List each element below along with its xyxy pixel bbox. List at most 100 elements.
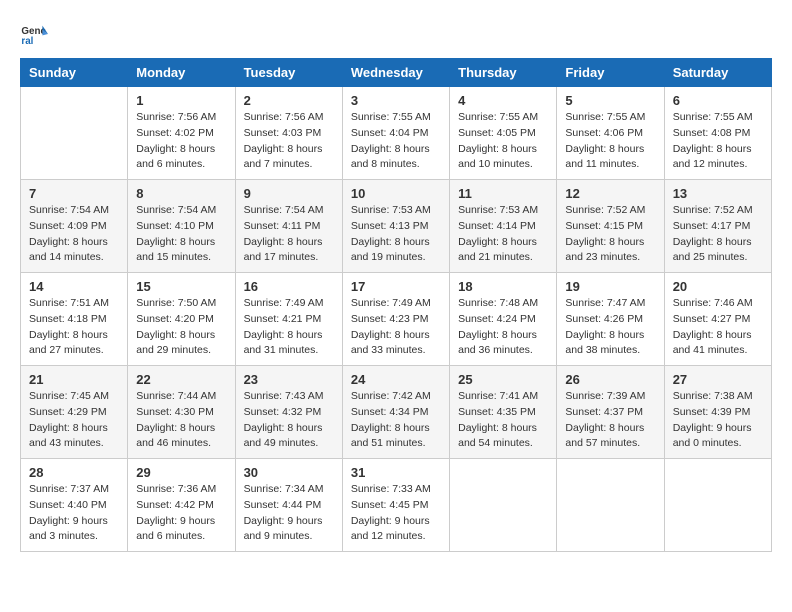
weekday-header-monday: Monday <box>128 59 235 87</box>
day-number: 19 <box>565 279 655 294</box>
day-number: 31 <box>351 465 441 480</box>
daylight-label: Daylight: 8 hours and 19 minutes. <box>351 236 430 264</box>
sunset-label: Sunset: 4:04 PM <box>351 127 429 139</box>
calendar-cell: 16 Sunrise: 7:49 AM Sunset: 4:21 PM Dayl… <box>235 273 342 366</box>
daylight-label: Daylight: 8 hours and 21 minutes. <box>458 236 537 264</box>
weekday-header-sunday: Sunday <box>21 59 128 87</box>
day-info: Sunrise: 7:53 AM Sunset: 4:14 PM Dayligh… <box>458 203 548 266</box>
calendar-cell: 17 Sunrise: 7:49 AM Sunset: 4:23 PM Dayl… <box>342 273 449 366</box>
day-info: Sunrise: 7:52 AM Sunset: 4:17 PM Dayligh… <box>673 203 763 266</box>
day-number: 9 <box>244 186 334 201</box>
calendar-cell <box>21 87 128 180</box>
sunset-label: Sunset: 4:15 PM <box>565 220 643 232</box>
day-number: 5 <box>565 93 655 108</box>
calendar-cell: 11 Sunrise: 7:53 AM Sunset: 4:14 PM Dayl… <box>450 180 557 273</box>
sunrise-label: Sunrise: 7:53 AM <box>351 204 431 216</box>
sunrise-label: Sunrise: 7:38 AM <box>673 390 753 402</box>
daylight-label: Daylight: 8 hours and 38 minutes. <box>565 329 644 357</box>
day-info: Sunrise: 7:37 AM Sunset: 4:40 PM Dayligh… <box>29 482 119 545</box>
logo: Gene ral <box>20 20 52 48</box>
weekday-header-saturday: Saturday <box>664 59 771 87</box>
sunset-label: Sunset: 4:45 PM <box>351 499 429 511</box>
day-number: 7 <box>29 186 119 201</box>
calendar-cell: 13 Sunrise: 7:52 AM Sunset: 4:17 PM Dayl… <box>664 180 771 273</box>
sunset-label: Sunset: 4:06 PM <box>565 127 643 139</box>
weekday-header-thursday: Thursday <box>450 59 557 87</box>
calendar-cell: 31 Sunrise: 7:33 AM Sunset: 4:45 PM Dayl… <box>342 459 449 552</box>
calendar-cell: 22 Sunrise: 7:44 AM Sunset: 4:30 PM Dayl… <box>128 366 235 459</box>
sunrise-label: Sunrise: 7:42 AM <box>351 390 431 402</box>
sunset-label: Sunset: 4:13 PM <box>351 220 429 232</box>
daylight-label: Daylight: 8 hours and 29 minutes. <box>136 329 215 357</box>
daylight-label: Daylight: 8 hours and 15 minutes. <box>136 236 215 264</box>
svg-text:ral: ral <box>21 36 33 47</box>
calendar-cell: 26 Sunrise: 7:39 AM Sunset: 4:37 PM Dayl… <box>557 366 664 459</box>
sunset-label: Sunset: 4:40 PM <box>29 499 107 511</box>
daylight-label: Daylight: 8 hours and 57 minutes. <box>565 422 644 450</box>
sunrise-label: Sunrise: 7:37 AM <box>29 483 109 495</box>
day-number: 24 <box>351 372 441 387</box>
sunset-label: Sunset: 4:09 PM <box>29 220 107 232</box>
calendar-cell: 19 Sunrise: 7:47 AM Sunset: 4:26 PM Dayl… <box>557 273 664 366</box>
day-number: 13 <box>673 186 763 201</box>
calendar-cell <box>664 459 771 552</box>
logo-icon: Gene ral <box>20 20 48 48</box>
calendar-cell: 10 Sunrise: 7:53 AM Sunset: 4:13 PM Dayl… <box>342 180 449 273</box>
calendar-week-2: 7 Sunrise: 7:54 AM Sunset: 4:09 PM Dayli… <box>21 180 772 273</box>
daylight-label: Daylight: 8 hours and 23 minutes. <box>565 236 644 264</box>
day-info: Sunrise: 7:54 AM Sunset: 4:11 PM Dayligh… <box>244 203 334 266</box>
day-number: 14 <box>29 279 119 294</box>
sunset-label: Sunset: 4:10 PM <box>136 220 214 232</box>
sunset-label: Sunset: 4:20 PM <box>136 313 214 325</box>
sunset-label: Sunset: 4:39 PM <box>673 406 751 418</box>
sunrise-label: Sunrise: 7:39 AM <box>565 390 645 402</box>
daylight-label: Daylight: 9 hours and 0 minutes. <box>673 422 752 450</box>
daylight-label: Daylight: 8 hours and 8 minutes. <box>351 143 430 171</box>
daylight-label: Daylight: 9 hours and 3 minutes. <box>29 515 108 543</box>
sunrise-label: Sunrise: 7:36 AM <box>136 483 216 495</box>
day-info: Sunrise: 7:44 AM Sunset: 4:30 PM Dayligh… <box>136 389 226 452</box>
sunrise-label: Sunrise: 7:56 AM <box>244 111 324 123</box>
sunset-label: Sunset: 4:08 PM <box>673 127 751 139</box>
day-number: 4 <box>458 93 548 108</box>
daylight-label: Daylight: 9 hours and 6 minutes. <box>136 515 215 543</box>
day-info: Sunrise: 7:38 AM Sunset: 4:39 PM Dayligh… <box>673 389 763 452</box>
day-info: Sunrise: 7:36 AM Sunset: 4:42 PM Dayligh… <box>136 482 226 545</box>
day-number: 23 <box>244 372 334 387</box>
day-number: 2 <box>244 93 334 108</box>
sunset-label: Sunset: 4:27 PM <box>673 313 751 325</box>
calendar-cell: 28 Sunrise: 7:37 AM Sunset: 4:40 PM Dayl… <box>21 459 128 552</box>
sunrise-label: Sunrise: 7:52 AM <box>565 204 645 216</box>
day-number: 18 <box>458 279 548 294</box>
calendar-cell: 12 Sunrise: 7:52 AM Sunset: 4:15 PM Dayl… <box>557 180 664 273</box>
daylight-label: Daylight: 8 hours and 6 minutes. <box>136 143 215 171</box>
day-info: Sunrise: 7:46 AM Sunset: 4:27 PM Dayligh… <box>673 296 763 359</box>
daylight-label: Daylight: 8 hours and 46 minutes. <box>136 422 215 450</box>
weekday-header-friday: Friday <box>557 59 664 87</box>
day-info: Sunrise: 7:56 AM Sunset: 4:02 PM Dayligh… <box>136 110 226 173</box>
day-number: 11 <box>458 186 548 201</box>
sunrise-label: Sunrise: 7:53 AM <box>458 204 538 216</box>
sunset-label: Sunset: 4:42 PM <box>136 499 214 511</box>
sunrise-label: Sunrise: 7:55 AM <box>351 111 431 123</box>
daylight-label: Daylight: 9 hours and 9 minutes. <box>244 515 323 543</box>
day-info: Sunrise: 7:51 AM Sunset: 4:18 PM Dayligh… <box>29 296 119 359</box>
daylight-label: Daylight: 8 hours and 12 minutes. <box>673 143 752 171</box>
day-number: 6 <box>673 93 763 108</box>
day-number: 16 <box>244 279 334 294</box>
sunset-label: Sunset: 4:14 PM <box>458 220 536 232</box>
calendar-week-4: 21 Sunrise: 7:45 AM Sunset: 4:29 PM Dayl… <box>21 366 772 459</box>
day-info: Sunrise: 7:53 AM Sunset: 4:13 PM Dayligh… <box>351 203 441 266</box>
sunset-label: Sunset: 4:21 PM <box>244 313 322 325</box>
daylight-label: Daylight: 8 hours and 31 minutes. <box>244 329 323 357</box>
daylight-label: Daylight: 8 hours and 17 minutes. <box>244 236 323 264</box>
daylight-label: Daylight: 8 hours and 36 minutes. <box>458 329 537 357</box>
daylight-label: Daylight: 8 hours and 27 minutes. <box>29 329 108 357</box>
sunrise-label: Sunrise: 7:44 AM <box>136 390 216 402</box>
sunrise-label: Sunrise: 7:47 AM <box>565 297 645 309</box>
day-info: Sunrise: 7:39 AM Sunset: 4:37 PM Dayligh… <box>565 389 655 452</box>
sunset-label: Sunset: 4:24 PM <box>458 313 536 325</box>
day-info: Sunrise: 7:55 AM Sunset: 4:08 PM Dayligh… <box>673 110 763 173</box>
sunrise-label: Sunrise: 7:52 AM <box>673 204 753 216</box>
sunset-label: Sunset: 4:23 PM <box>351 313 429 325</box>
